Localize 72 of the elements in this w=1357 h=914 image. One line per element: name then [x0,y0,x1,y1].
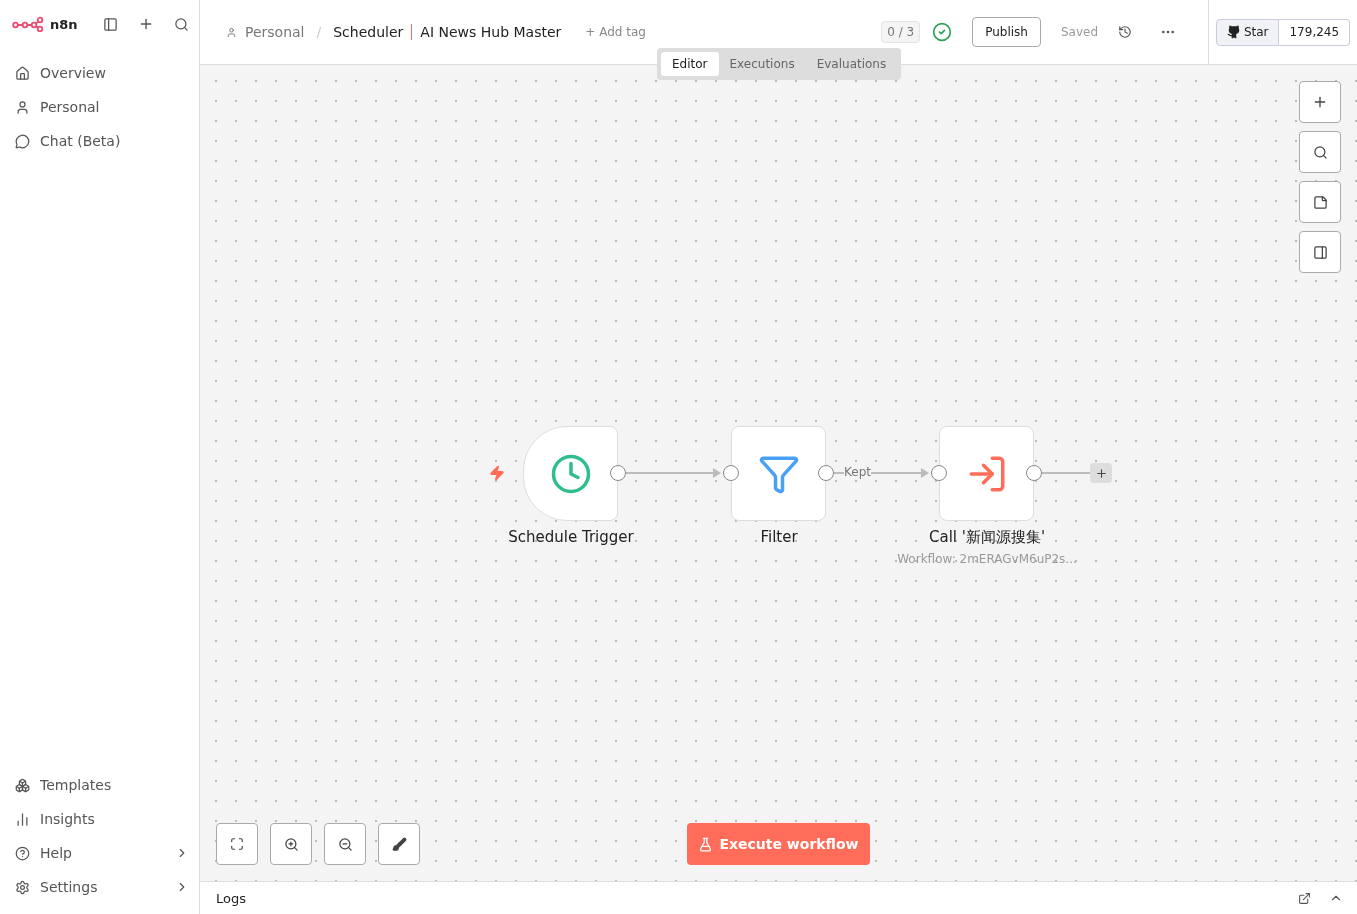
sidebar-item[interactable]: Personal [12,90,189,124]
project-link[interactable]: Personal [245,24,305,40]
lightning-icon [489,465,505,481]
user-icon [226,26,237,38]
fit-view-button[interactable] [216,823,258,865]
folder-name[interactable]: Scheduler [333,24,404,40]
sidebar-item[interactable]: Chat (Beta) [12,124,189,158]
pop-out-icon[interactable] [1298,891,1311,905]
clock-icon [549,452,592,495]
logs-title: Logs [216,890,247,906]
output-handle[interactable] [1026,465,1042,481]
plus-icon [1312,94,1328,110]
history-icon[interactable] [1118,25,1132,39]
tidy-up-button[interactable] [378,823,420,865]
node-subtitle: Workflow: 2mERAGvM6uP2s... [896,552,1078,566]
nav-icon [15,99,30,115]
workflow-node[interactable] [939,426,1034,521]
node-label: Schedule Trigger [507,528,635,546]
add-node-button[interactable] [1299,81,1341,123]
sidebar-item[interactable]: Insights [12,802,189,836]
workflow-node[interactable] [731,426,826,521]
brush-icon [391,836,407,852]
zoom-out-icon [337,836,353,852]
check-icon [932,22,953,42]
flask-icon [698,836,714,852]
tab[interactable]: Evaluations [805,52,898,76]
nav-icon [15,811,30,827]
node-label: Filter [759,528,799,546]
github-icon [1226,25,1241,39]
search-button[interactable] [1299,131,1341,173]
sticky-note-icon [1312,194,1328,210]
tab[interactable]: Editor [661,52,719,76]
sidebar-item[interactable]: Help [12,836,189,870]
output-handle[interactable] [610,465,626,481]
connection-label: Kept [844,465,871,479]
input-handle[interactable] [723,465,739,481]
star-count: 179,245 [1279,18,1351,46]
nav-icon [15,133,30,149]
publish-button[interactable]: Publish [972,17,1041,47]
counter-badge: 0 / 3 [881,21,921,43]
workflow-title[interactable]: AI News Hub Master [420,24,562,40]
zoom-out-button[interactable] [324,823,366,865]
tab[interactable]: Executions [718,52,806,76]
fit-view-icon [230,837,244,851]
logo-icon [12,16,44,32]
plus-icon[interactable] [138,16,154,32]
search-icon [1312,144,1328,160]
nav-icon [15,879,30,895]
github-star-button[interactable]: Star [1215,18,1280,46]
sidebar-toggle-icon[interactable] [103,16,118,32]
saved-status: Saved [1060,25,1098,39]
sidebar-item[interactable]: Templates [12,768,189,802]
logo-text: n8n [50,16,79,32]
breadcrumb-separator: / [316,24,322,40]
plus-icon [1094,466,1108,480]
add-tag-button[interactable]: + Add tag [579,24,652,40]
nav-icon [15,65,30,81]
panel-toggle-button[interactable] [1299,231,1341,273]
zoom-in-icon [283,836,299,852]
nav-icon [15,845,30,861]
panel-icon [1312,244,1328,260]
workflow-node[interactable] [523,426,618,521]
output-handle[interactable] [818,465,834,481]
sticky-note-button[interactable] [1299,181,1341,223]
search-icon[interactable] [174,16,189,32]
sidebar-item[interactable]: Settings [12,870,189,904]
sidebar-item[interactable]: Overview [12,56,189,90]
nav-icon [15,777,30,793]
node-label: Call '新闻源搜集' [928,528,1046,547]
zoom-in-button[interactable] [270,823,312,865]
input-handle[interactable] [931,465,947,481]
add-node-button[interactable] [1090,463,1112,483]
